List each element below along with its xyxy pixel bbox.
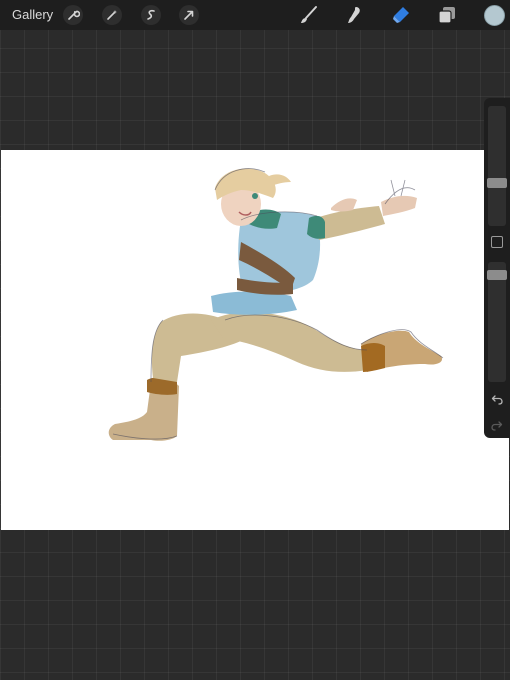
modify-button[interactable] (491, 236, 503, 248)
sidebar (484, 98, 510, 438)
brush-icon (301, 6, 317, 23)
selection-button[interactable] (141, 5, 161, 25)
undo-icon (491, 395, 503, 405)
color-swatch[interactable] (484, 5, 505, 26)
smudge-icon (348, 7, 360, 23)
opacity-thumb[interactable] (487, 269, 507, 280)
erase-button[interactable] (390, 4, 412, 26)
sketch-artwork (108, 168, 444, 441)
layers-button[interactable] (436, 4, 458, 26)
brush-size-thumb[interactable] (487, 177, 507, 188)
selection-icon (147, 9, 155, 20)
smudge-button[interactable] (343, 4, 365, 26)
opacity-slider[interactable] (488, 262, 506, 382)
transform-arrow-icon (184, 10, 194, 20)
wrench-icon (68, 10, 80, 20)
undo-button[interactable] (490, 392, 504, 406)
paint-button[interactable] (298, 4, 320, 26)
actions-button[interactable] (63, 5, 83, 25)
redo-icon (491, 421, 503, 431)
brush-size-slider[interactable] (488, 106, 506, 226)
top-toolbar: Gallery (0, 0, 510, 30)
redo-button[interactable] (490, 418, 504, 432)
transform-button[interactable] (179, 5, 199, 25)
drawing-canvas[interactable] (1, 150, 509, 530)
magic-wand-icon (107, 10, 117, 20)
gallery-button[interactable]: Gallery (12, 7, 53, 22)
layers-icon (438, 7, 455, 24)
eraser-icon (393, 7, 409, 23)
adjustments-button[interactable] (102, 5, 122, 25)
